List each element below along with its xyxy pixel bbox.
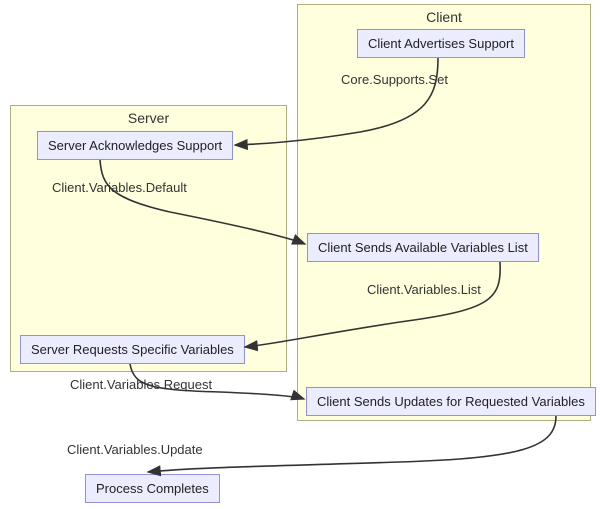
node-client-advertises: Client Advertises Support [357,29,525,58]
node-client-sends-updates: Client Sends Updates for Requested Varia… [306,387,596,416]
group-server-title: Server [11,110,286,126]
edge-label-client-variables-request: Client.Variables.Request [70,377,212,392]
group-client: Client [297,4,591,421]
flowchart-canvas: Client Server Client Advertises Support … [0,0,600,509]
edge-label-client-variables-update: Client.Variables.Update [67,442,203,457]
node-client-sends-list: Client Sends Available Variables List [307,233,539,262]
arrow-e5 [148,416,556,472]
group-client-title: Client [298,9,590,25]
node-process-completes: Process Completes [85,474,220,503]
node-server-ack: Server Acknowledges Support [37,131,233,160]
node-server-requests: Server Requests Specific Variables [20,335,245,364]
